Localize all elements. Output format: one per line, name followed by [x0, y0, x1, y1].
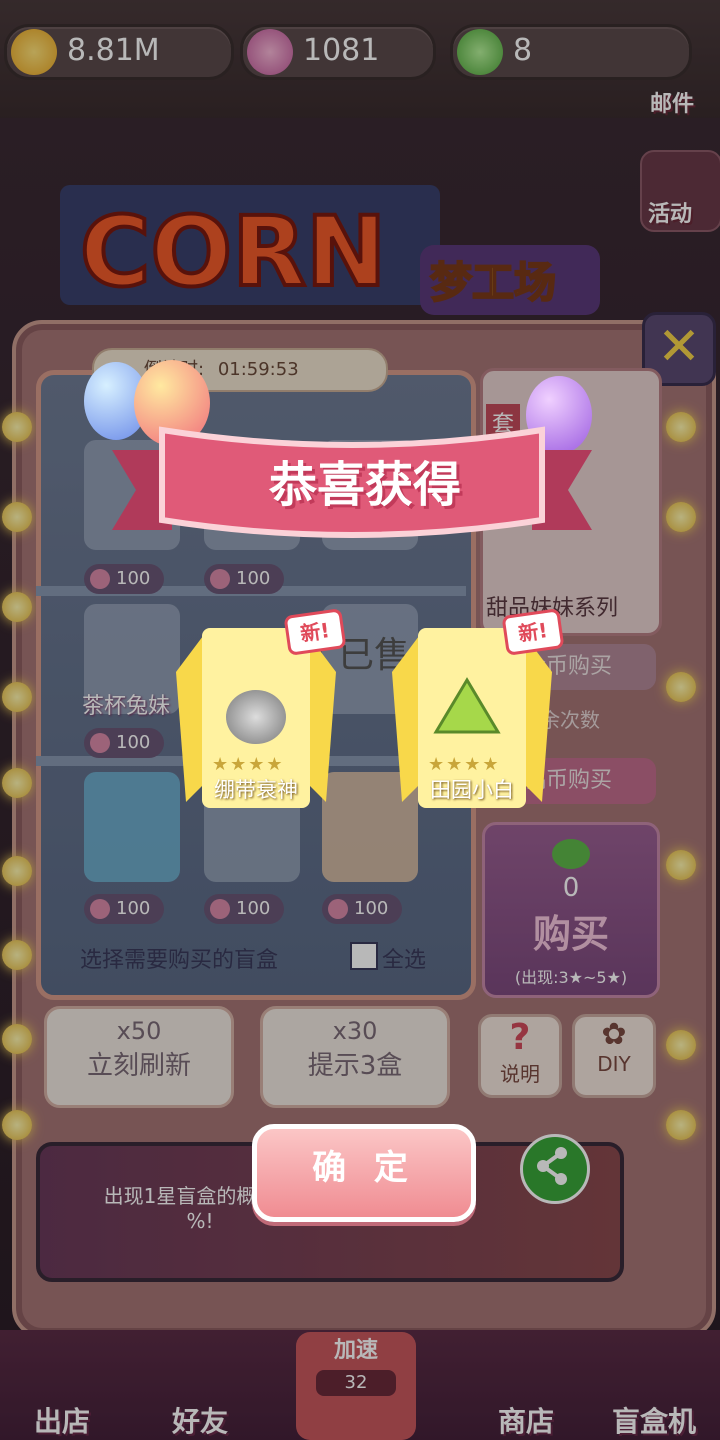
reward-stars: ★★★★ [212, 754, 285, 775]
field-dress-icon [433, 677, 501, 734]
modal-backdrop [0, 0, 720, 1440]
reward-name: 绷带衰神 [214, 778, 298, 802]
bandage-doll-icon [226, 690, 286, 744]
confirm-button[interactable]: 确 定 [252, 1124, 476, 1222]
reward-stars: ★★★★ [428, 754, 501, 775]
reward-name: 田园小白 [430, 778, 514, 802]
new-badge: 新! [283, 608, 347, 658]
new-badge: 新! [501, 608, 565, 658]
congrats-title: 恭喜获得 [268, 457, 461, 513]
